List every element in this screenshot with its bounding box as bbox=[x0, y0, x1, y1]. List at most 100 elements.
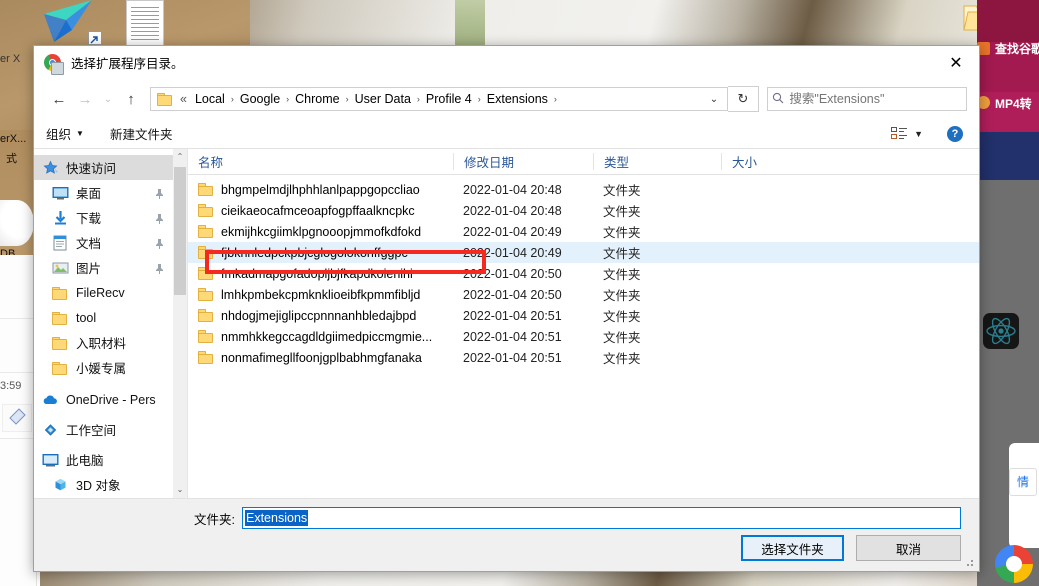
file-name: nonmafimegllfoonjgplbabhmgfanaka bbox=[221, 350, 422, 365]
scroll-down-icon[interactable]: ⌄ bbox=[173, 482, 187, 498]
bg-left-label-2: erX... bbox=[0, 133, 27, 145]
column-header-date[interactable]: 修改日期 bbox=[453, 153, 593, 170]
navpane-scrollbar[interactable]: ⌃ ⌄ bbox=[173, 149, 187, 498]
pin-icon[interactable] bbox=[155, 238, 164, 249]
table-row[interactable]: nonmafimegllfoonjgplbabhmgfanaka 2022-01… bbox=[188, 347, 979, 368]
table-row[interactable]: lmhkpmbekcpmknklioeibfkpmmfibljd 2022-01… bbox=[188, 284, 979, 305]
file-list-rows: bhgmpelmdjlhphhlanlpappgopccliao 2022-01… bbox=[188, 175, 979, 498]
bg-right-button[interactable]: 情 bbox=[1009, 468, 1037, 496]
new-folder-button[interactable]: 新建文件夹 bbox=[110, 124, 173, 143]
file-date: 2022-01-04 20:49 bbox=[463, 245, 562, 260]
file-date: 2022-01-04 20:48 bbox=[463, 203, 562, 218]
pin-icon[interactable] bbox=[155, 213, 164, 224]
address-dropdown-icon[interactable]: ⌄ bbox=[703, 94, 725, 105]
breadcrumb-overflow[interactable]: « bbox=[177, 90, 190, 108]
table-row[interactable]: nhdogjmejiglipccpnnnanhbledajbpd 2022-01… bbox=[188, 305, 979, 326]
breadcrumb-item-chrome[interactable]: Chrome bbox=[290, 90, 344, 108]
pin-icon[interactable] bbox=[155, 263, 164, 274]
breadcrumb-item-extensions[interactable]: Extensions bbox=[482, 90, 553, 108]
sidebar-item-label: 下载 bbox=[76, 212, 102, 226]
view-layout-icon[interactable] bbox=[891, 127, 908, 140]
refresh-icon[interactable]: ↻ bbox=[728, 86, 759, 112]
pin-icon[interactable] bbox=[155, 188, 164, 199]
table-row[interactable]: cieikaeocafmceoapfogpffaalkncpkc 2022-01… bbox=[188, 200, 979, 221]
sidebar-item-pictures[interactable]: 图片 bbox=[34, 255, 173, 280]
forward-button[interactable]: → bbox=[72, 86, 98, 112]
sidebar-item-filerecv[interactable]: FileRecv bbox=[34, 280, 173, 305]
table-row[interactable]: nmmhkkegccagdldgiimedpiccmgmie... 2022-0… bbox=[188, 326, 979, 347]
sidebar-item-label: 快速访问 bbox=[66, 162, 117, 176]
search-input[interactable] bbox=[787, 91, 966, 107]
file-type: 文件夹 bbox=[603, 205, 641, 219]
search-box[interactable] bbox=[767, 87, 967, 111]
folder-icon bbox=[157, 92, 172, 106]
bg-right-window: 查找谷歌 MP4转 情 bbox=[977, 0, 1039, 586]
folder-icon bbox=[198, 246, 213, 259]
cancel-button[interactable]: 取消 bbox=[856, 535, 961, 561]
file-name: fjbknnledpckpbjcglogolokonffggpc bbox=[221, 245, 408, 260]
file-type: 文件夹 bbox=[603, 331, 641, 345]
help-icon[interactable]: ? bbox=[947, 125, 963, 142]
select-folder-button[interactable]: 选择文件夹 bbox=[741, 535, 844, 561]
dialog-footer: 文件夹: Extensions 选择文件夹 取消 bbox=[34, 499, 979, 571]
sidebar-item-quick-access[interactable]: 快速访问 bbox=[34, 155, 173, 180]
sidebar-item-tool[interactable]: tool bbox=[34, 305, 173, 330]
document-shortcut-icon[interactable] bbox=[126, 0, 164, 48]
download-icon bbox=[52, 210, 69, 226]
sidebar-item-label: 3D 对象 bbox=[76, 479, 121, 493]
breadcrumb-item-profile-4[interactable]: Profile 4 bbox=[421, 90, 477, 108]
file-date: 2022-01-04 20:51 bbox=[463, 329, 562, 344]
view-dropdown-icon[interactable]: ▼ bbox=[914, 129, 923, 139]
column-header-type[interactable]: 类型 bbox=[593, 153, 721, 170]
breadcrumb-item-user-data[interactable]: User Data bbox=[350, 90, 416, 108]
file-name: ekmijhkcgiimklpgnooopjmmofkdfokd bbox=[221, 224, 422, 239]
sidebar-item-onboarding-materials[interactable]: 入职材料 bbox=[34, 330, 173, 355]
chevron-right-icon[interactable]: › bbox=[553, 94, 558, 104]
resize-grip[interactable] bbox=[965, 558, 975, 568]
sidebar-item-onedrive[interactable]: OneDrive - Pers bbox=[34, 387, 173, 412]
sidebar-item-downloads[interactable]: 下载 bbox=[34, 205, 173, 230]
sidebar-item-label: 小媛专属 bbox=[76, 362, 127, 376]
recent-locations-button[interactable]: ⌄ bbox=[98, 86, 118, 112]
dialog-titlebar: 选择扩展程序目录。 ✕ bbox=[34, 46, 979, 79]
column-header-name[interactable]: 名称 bbox=[188, 153, 453, 170]
chrome-circle-icon bbox=[995, 545, 1033, 583]
sidebar-item-documents[interactable]: 文档 bbox=[34, 230, 173, 255]
folder-icon bbox=[52, 285, 69, 301]
table-row[interactable]: bhgmpelmdjlhphhlanlpappgopccliao 2022-01… bbox=[188, 179, 979, 200]
breadcrumb-item-local[interactable]: Local bbox=[190, 90, 230, 108]
sidebar-item-label: 文档 bbox=[76, 237, 102, 251]
table-row[interactable]: ekmijhkcgiimklpgnooopjmmofkdfokd 2022-01… bbox=[188, 221, 979, 242]
navigation-bar: ← → ⌄ ↑ « Local › Google › Chrome › User… bbox=[34, 79, 979, 119]
sidebar-item-this-pc[interactable]: 此电脑 bbox=[34, 447, 173, 472]
address-bar[interactable]: « Local › Google › Chrome › User Data › … bbox=[150, 87, 728, 111]
file-name: lmhkpmbekcpmknklioeibfkpmmfibljd bbox=[221, 287, 421, 302]
table-row[interactable]: fmkadmapgofadopljbjfkapdkoienihi 2022-01… bbox=[188, 263, 979, 284]
folder-icon bbox=[198, 204, 213, 217]
document-icon bbox=[52, 235, 69, 251]
sidebar-item-workspace[interactable]: 工作空间 bbox=[34, 417, 173, 442]
sidebar-item-desktop[interactable]: 桌面 bbox=[34, 180, 173, 205]
table-row-selected[interactable]: fjbknnledpckpbjcglogolokonffggpc 2022-01… bbox=[188, 242, 979, 263]
folder-icon bbox=[198, 267, 213, 280]
file-date: 2022-01-04 20:49 bbox=[463, 224, 562, 239]
sidebar-item-xiaoyuan[interactable]: 小媛专属 bbox=[34, 355, 173, 380]
organize-button[interactable]: 组织 ▼ bbox=[46, 124, 84, 143]
folder-name-input[interactable]: Extensions bbox=[242, 507, 961, 529]
scroll-up-icon[interactable]: ⌃ bbox=[173, 149, 187, 165]
file-type: 文件夹 bbox=[603, 184, 641, 198]
back-button[interactable]: ← bbox=[46, 86, 72, 112]
breadcrumb-item-google[interactable]: Google bbox=[235, 90, 285, 108]
close-icon[interactable]: ✕ bbox=[933, 46, 979, 79]
file-list-pane: ⌃ 名称 修改日期 类型 大小 bhgmpelmdjlhphhlanlpappg… bbox=[188, 148, 979, 498]
file-name: nmmhkkegccagdldgiimedpiccmgmie... bbox=[221, 329, 433, 344]
scrollbar-thumb[interactable] bbox=[174, 167, 186, 295]
column-header-size[interactable]: 大小 bbox=[721, 153, 801, 170]
file-date: 2022-01-04 20:50 bbox=[463, 287, 562, 302]
sidebar-item-3d-objects[interactable]: 3D 对象 bbox=[34, 472, 173, 497]
onedrive-icon bbox=[42, 392, 59, 408]
up-button[interactable]: ↑ bbox=[118, 86, 144, 112]
folder-icon bbox=[198, 351, 213, 364]
react-logo-icon bbox=[983, 313, 1019, 349]
telegram-shortcut-icon[interactable] bbox=[42, 0, 102, 45]
